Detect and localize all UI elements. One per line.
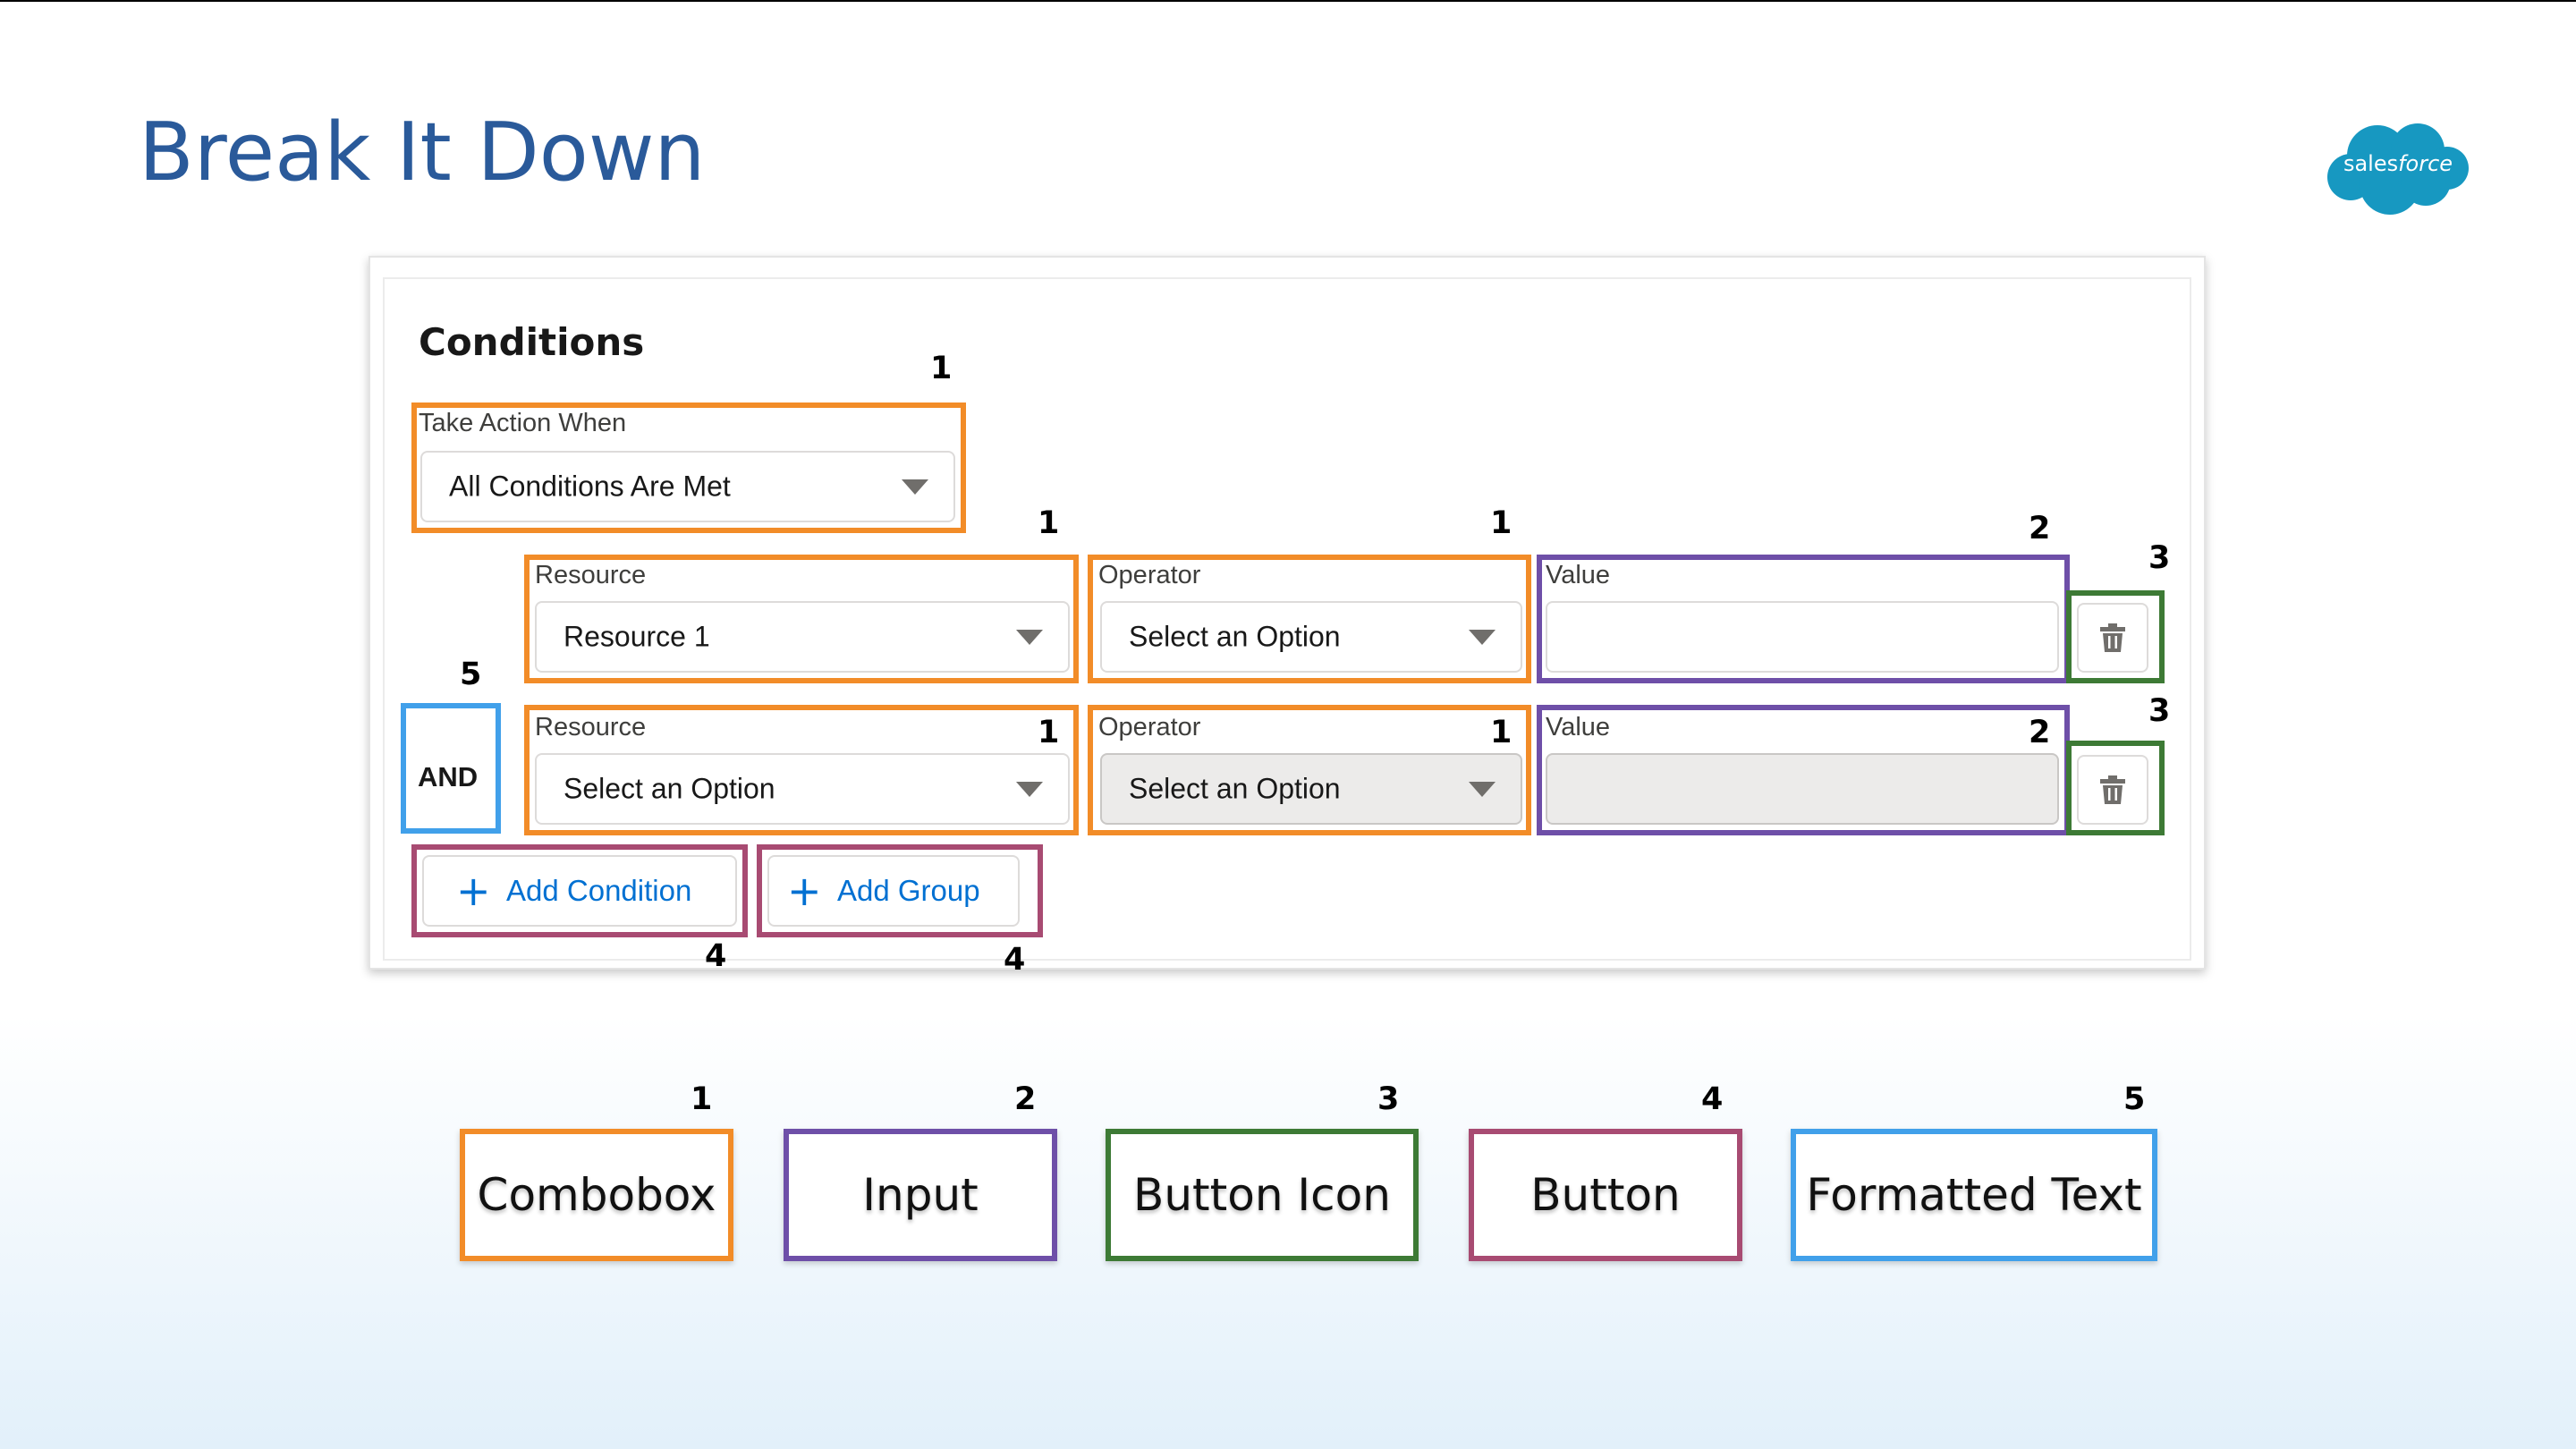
salesforce-wordmark: salesforce — [2343, 151, 2453, 176]
operator-label: Operator — [1098, 561, 1201, 589]
take-action-value: All Conditions Are Met — [449, 470, 731, 503]
callout-number: 2 — [2029, 715, 2051, 750]
trash-icon — [2100, 623, 2125, 652]
legend-formatted-text: Formatted Text — [1791, 1129, 2157, 1261]
take-action-combobox[interactable]: All Conditions Are Met — [420, 451, 955, 522]
callout-number: 3 — [2148, 693, 2171, 729]
legend-formatted-text-label: Formatted Text — [1806, 1169, 2142, 1221]
legend-input-label: Input — [862, 1169, 979, 1221]
operator-label: Operator — [1098, 713, 1201, 741]
delete-row-button[interactable] — [2077, 755, 2148, 825]
add-condition-label: Add Condition — [506, 874, 692, 907]
resource-label: Resource — [535, 713, 647, 741]
chevron-down-icon — [1469, 630, 1496, 645]
legend-button: Button — [1469, 1129, 1742, 1261]
chevron-down-icon — [1469, 782, 1496, 797]
callout-number: 1 — [930, 351, 953, 386]
conditions-title: Conditions — [419, 320, 645, 364]
resource-label: Resource — [535, 561, 647, 589]
callout-number: 1 — [1038, 505, 1060, 541]
salesforce-cloud-logo: salesforce — [2326, 118, 2470, 218]
resource-value: Select an Option — [564, 772, 775, 805]
value-input[interactable] — [1546, 601, 2059, 673]
callout-number: 3 — [2148, 540, 2171, 576]
slide-title: Break It Down — [139, 106, 706, 199]
legend-number: 5 — [2123, 1081, 2146, 1117]
operator-value: Select an Option — [1129, 772, 1341, 805]
callout-number: 1 — [1490, 505, 1513, 541]
add-condition-button[interactable]: + Add Condition — [422, 855, 737, 927]
plus-icon: + — [787, 867, 822, 915]
plus-icon: + — [456, 867, 491, 915]
operator-combobox[interactable]: Select an Option — [1100, 601, 1522, 673]
callout-number: 1 — [1490, 715, 1513, 750]
chevron-down-icon — [1016, 782, 1043, 797]
operator-combobox-disabled[interactable]: Select an Option — [1100, 753, 1522, 825]
add-group-label: Add Group — [837, 874, 980, 907]
legend-number: 1 — [691, 1081, 713, 1117]
legend-number: 3 — [1377, 1081, 1400, 1117]
resource-combobox[interactable]: Resource 1 — [535, 601, 1070, 673]
value-label: Value — [1546, 713, 1611, 741]
legend-number: 4 — [1701, 1081, 1724, 1117]
top-border-line — [0, 0, 2576, 2]
resource-combobox[interactable]: Select an Option — [535, 753, 1070, 825]
legend-combobox-label: Combobox — [477, 1169, 716, 1221]
value-input-disabled[interactable] — [1546, 753, 2059, 825]
legend-input: Input — [784, 1129, 1057, 1261]
legend-button-icon-label: Button Icon — [1133, 1169, 1391, 1221]
callout-number: 1 — [1038, 715, 1060, 750]
value-label: Value — [1546, 561, 1611, 589]
chevron-down-icon — [1016, 630, 1043, 645]
delete-row-button[interactable] — [2077, 603, 2148, 673]
legend-button-label: Button — [1530, 1169, 1681, 1221]
take-action-label: Take Action When — [419, 409, 627, 437]
callout-number: 4 — [1004, 942, 1026, 978]
resource-value: Resource 1 — [564, 620, 710, 653]
add-group-button[interactable]: + Add Group — [767, 855, 1020, 927]
legend-number: 2 — [1014, 1081, 1037, 1117]
chevron-down-icon — [902, 479, 928, 495]
callout-number: 4 — [705, 938, 727, 974]
operator-value: Select an Option — [1129, 620, 1341, 653]
callout-number: 2 — [2029, 511, 2051, 547]
callout-number: 5 — [460, 657, 482, 692]
trash-icon — [2100, 775, 2125, 804]
legend-button-icon: Button Icon — [1106, 1129, 1419, 1261]
and-label: AND — [418, 761, 479, 792]
legend-combobox: Combobox — [460, 1129, 733, 1261]
